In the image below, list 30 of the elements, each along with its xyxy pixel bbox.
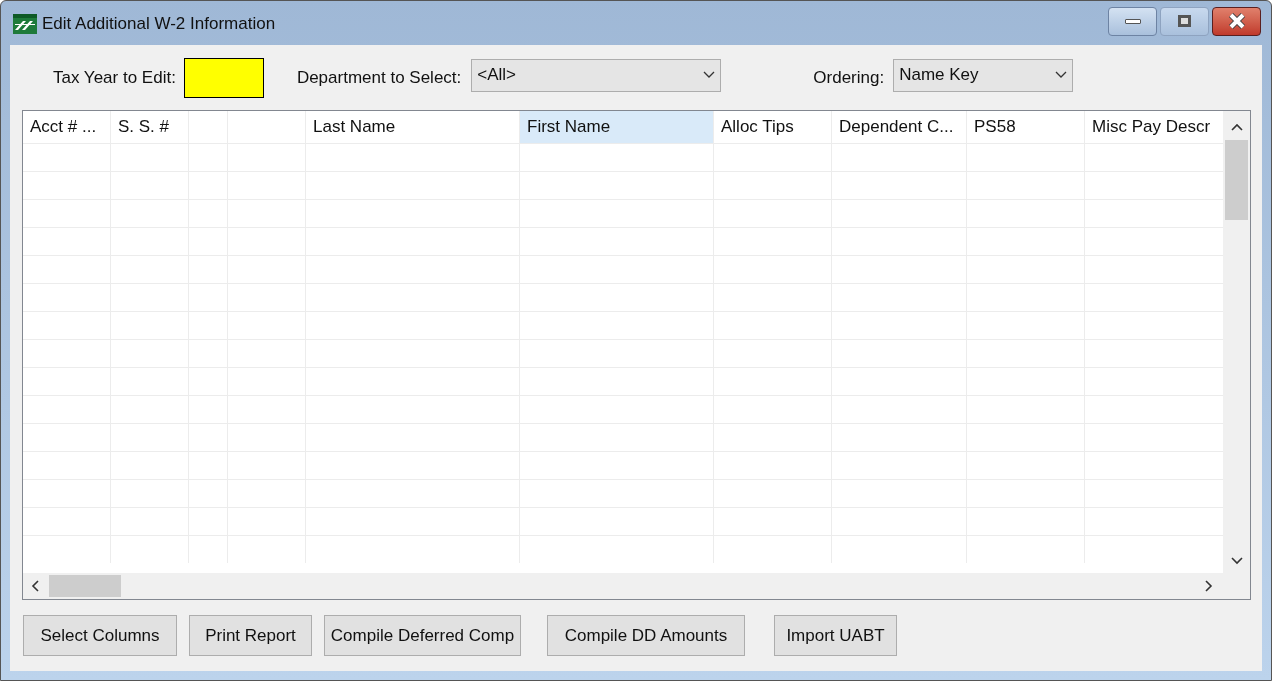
chevron-down-icon: [703, 71, 716, 79]
action-button[interactable]: Import UABT: [774, 615, 897, 656]
action-button[interactable]: Select Columns: [23, 615, 177, 656]
action-button[interactable]: Compile DD Amounts: [547, 615, 745, 656]
tax-year-field[interactable]: [183, 57, 264, 98]
scroll-down-icon: [1230, 557, 1243, 565]
minimize-icon: [1124, 18, 1141, 24]
restore-icon: [1178, 15, 1191, 27]
scroll-up-icon: [1230, 123, 1243, 131]
ordering-dropdown[interactable]: Name Key: [893, 58, 1074, 92]
vertical-scrollbar[interactable]: [1223, 111, 1250, 573]
ordering-label: Ordering:: [813, 67, 885, 90]
scrollbar-thumb[interactable]: [49, 575, 121, 597]
department-label: Department to Select:: [296, 67, 462, 90]
window-title: Edit Additional W-2 Information: [42, 13, 276, 36]
close-button[interactable]: [1212, 6, 1261, 36]
column-header[interactable]: First Name: [520, 111, 714, 143]
horizontal-scrollbar[interactable]: [23, 573, 1250, 599]
scroll-right-icon: [1205, 580, 1213, 592]
tax-year-label: Tax Year to Edit:: [53, 66, 176, 89]
chevron-down-icon: [1055, 71, 1068, 79]
action-button[interactable]: Print Report: [189, 615, 312, 656]
scroll-left-icon: [31, 580, 39, 592]
restore-button[interactable]: [1160, 6, 1209, 36]
app-logo-icon: [13, 14, 37, 34]
department-dropdown[interactable]: <All>: [471, 58, 722, 92]
scrollbar-thumb[interactable]: [1225, 140, 1248, 220]
close-icon: [1227, 13, 1246, 29]
minimize-button[interactable]: [1108, 6, 1157, 36]
action-button[interactable]: Compile Deferred Comp: [324, 615, 521, 656]
